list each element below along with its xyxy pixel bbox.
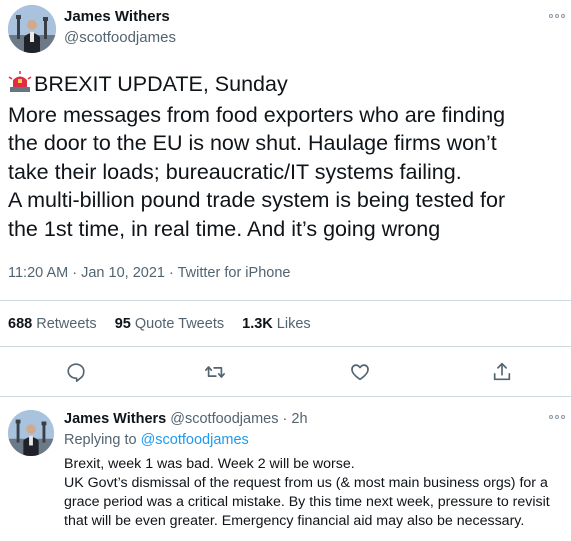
tweet-text: BREXIT UPDATE, Sunday More messages from…: [8, 70, 568, 243]
divider: [0, 300, 571, 301]
likes-stat[interactable]: 1.3K Likes: [242, 316, 311, 332]
tweet-text-line-6: the 1st time, in real time. And it’s goi…: [8, 216, 441, 241]
likes-label: Likes: [276, 316, 311, 332]
reply-text: Brexit, week 1 was bad. Week 2 will be w…: [64, 455, 569, 531]
replying-to: Replying to @scotfoodjames: [64, 432, 249, 448]
tweet-time[interactable]: 11:20 AM: [8, 265, 68, 281]
avatar-photo: [8, 410, 54, 456]
share-icon: [493, 362, 511, 381]
tweet-text-line-2: More messages from food exporters who ar…: [8, 102, 506, 127]
avatar-photo: [8, 5, 56, 53]
author-handle[interactable]: @scotfoodjames: [64, 29, 176, 46]
more-options-icon[interactable]: [549, 14, 565, 20]
reply-icon: [67, 363, 85, 382]
reply-header: James Withers @scotfoodjames · 2h: [64, 411, 308, 427]
tweet-source[interactable]: Twitter for iPhone: [178, 265, 291, 281]
like-icon: [351, 364, 369, 381]
reply-more-options-icon[interactable]: [549, 415, 565, 421]
divider: [0, 396, 571, 397]
tweet-date[interactable]: Jan 10, 2021: [81, 265, 165, 281]
divider: [0, 346, 571, 347]
tweet-meta: 11:20 AM · Jan 10, 2021 · Twitter for iP…: [8, 265, 290, 281]
tweet-text-line-3: the door to the EU is now shut. Haulage …: [8, 131, 497, 155]
reply-separator: ·: [282, 411, 288, 427]
quote-tweets-label: Quote Tweets: [134, 316, 225, 332]
retweet-button[interactable]: [203, 360, 227, 384]
replying-to-label: Replying to: [64, 432, 137, 448]
meta-separator: ·: [72, 265, 78, 281]
tweet-text-line-4: take their loads; bureaucratic/IT system…: [8, 159, 462, 184]
reply-avatar[interactable]: [8, 410, 54, 456]
retweets-label: Retweets: [36, 316, 97, 332]
meta-separator: ·: [169, 265, 174, 281]
reply-button[interactable]: [64, 360, 88, 384]
avatar[interactable]: [8, 5, 56, 53]
tweet-text-line-1: BREXIT UPDATE, Sunday: [8, 70, 568, 101]
retweets-stat[interactable]: 688 Retweets: [8, 316, 97, 332]
reply-text-line-1: Brexit, week 1 was bad. Week 2 will be w…: [64, 456, 355, 472]
quote-tweets-stat[interactable]: 95 Quote Tweets: [115, 316, 224, 332]
share-button[interactable]: [490, 360, 514, 384]
retweet-icon: [205, 366, 225, 378]
tweet-text-line-5: A multi-billion pound trade system is be…: [8, 188, 506, 212]
reply-author-handle[interactable]: @scotfoodjames: [170, 411, 278, 427]
reply-text-line-2: UK Govt’s dismissal of the request from …: [64, 475, 548, 491]
siren-icon: [8, 71, 32, 101]
tweet-text-heading: BREXIT UPDATE, Sunday: [34, 72, 288, 96]
retweets-count: 688: [8, 316, 33, 332]
reply-text-line-3: grace period was a critical mistake. By …: [64, 494, 550, 510]
reply-author-name[interactable]: James Withers: [64, 411, 166, 427]
reply-text-line-4: that will be even greater. Emergency fin…: [64, 513, 525, 529]
replying-to-link[interactable]: @scotfoodjames: [141, 432, 249, 448]
reply-age[interactable]: 2h: [291, 411, 307, 427]
author-name[interactable]: James Withers: [64, 8, 170, 25]
quote-tweets-count: 95: [114, 316, 131, 332]
like-button[interactable]: [348, 360, 372, 384]
likes-count: 1.3K: [242, 316, 273, 332]
engagement-stats: 688 Retweets 95 Quote Tweets 1.3K Likes: [8, 316, 325, 332]
